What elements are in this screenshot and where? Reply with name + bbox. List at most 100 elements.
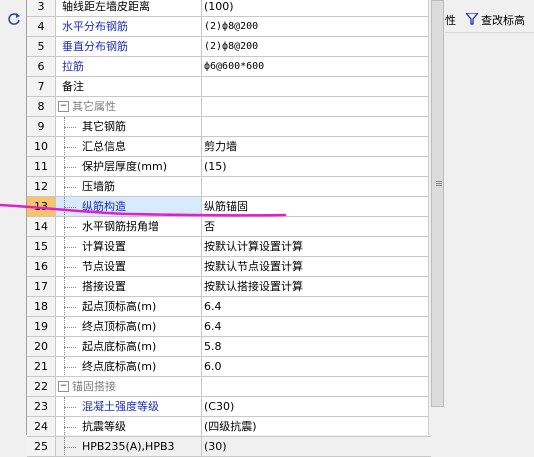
- property-value[interactable]: [202, 177, 431, 197]
- property-value[interactable]: 纵筋锚固: [202, 197, 431, 217]
- property-value[interactable]: 否: [202, 217, 431, 237]
- table-row[interactable]: 13 纵筋构造 纵筋锚固: [27, 197, 431, 217]
- property-value[interactable]: 剪力墙: [202, 137, 431, 157]
- table-row[interactable]: 20 起点底标高(m) 5.8: [27, 337, 431, 357]
- property-name-cell[interactable]: 终点顶标高(m): [56, 317, 202, 337]
- table-row[interactable]: 4 水平分布钢筋 (2)ф8@200: [27, 17, 431, 37]
- property-name-cell[interactable]: 汇总信息: [56, 137, 202, 157]
- query-elevation-button[interactable]: 查改标高: [481, 12, 525, 28]
- table-row[interactable]: 15 计算设置 按默认计算设置计算: [27, 237, 431, 257]
- table-row[interactable]: 21 终点底标高(m) 6.0: [27, 357, 431, 377]
- collapse-icon[interactable]: −: [58, 101, 69, 112]
- property-name-cell[interactable]: 垂直分布钢筋: [56, 37, 202, 57]
- table-row[interactable]: 16 节点设置 按默认节点设置计算: [27, 257, 431, 277]
- property-value[interactable]: ф6@600*600: [202, 57, 431, 77]
- property-value[interactable]: 6.4: [202, 297, 431, 317]
- vertical-scrollbar[interactable]: [428, 0, 445, 435]
- property-value[interactable]: 按默认计算设置计算: [202, 237, 431, 257]
- row-number[interactable]: 22: [27, 377, 56, 397]
- property-value[interactable]: (30): [202, 437, 431, 457]
- property-name-cell[interactable]: 备注: [56, 77, 202, 97]
- row-number[interactable]: 25: [27, 437, 56, 457]
- property-value[interactable]: (四级抗震): [202, 417, 431, 437]
- row-number[interactable]: 9: [27, 117, 56, 137]
- collapse-icon[interactable]: −: [58, 381, 69, 392]
- table-row[interactable]: 6 拉筋 ф6@600*600: [27, 57, 431, 77]
- refresh-icon[interactable]: [7, 12, 21, 26]
- table-row[interactable]: 9 其它钢筋: [27, 117, 431, 137]
- row-number[interactable]: 4: [27, 17, 56, 37]
- row-number[interactable]: 14: [27, 217, 56, 237]
- property-grid: 3 轴线距左墙皮距离 (100) 4 水平分布钢筋 (2)ф8@200 5 垂直分布钢筋 (2)…: [26, 0, 431, 457]
- row-number[interactable]: 17: [27, 277, 56, 297]
- property-name-cell[interactable]: 终点底标高(m): [56, 357, 202, 377]
- property-name-cell[interactable]: − 其它属性: [56, 97, 202, 117]
- property-name-cell[interactable]: 其它钢筋: [56, 117, 202, 137]
- property-value[interactable]: [202, 97, 431, 117]
- table-row[interactable]: 18 起点顶标高(m) 6.4: [27, 297, 431, 317]
- property-name-cell[interactable]: 计算设置: [56, 237, 202, 257]
- row-number[interactable]: 24: [27, 417, 56, 437]
- property-name-cell[interactable]: HPB235(A),HPB3: [56, 437, 202, 457]
- table-row[interactable]: 11 保护层厚度(mm) (15): [27, 157, 431, 177]
- property-name-cell[interactable]: 轴线距左墙皮距离: [56, 0, 202, 17]
- table-row[interactable]: 17 搭接设置 按默认搭接设置计算: [27, 277, 431, 297]
- property-name-cell[interactable]: 水平分布钢筋: [56, 17, 202, 37]
- row-number[interactable]: 11: [27, 157, 56, 177]
- property-value[interactable]: (15): [202, 157, 431, 177]
- row-number[interactable]: 8: [27, 97, 56, 117]
- property-value[interactable]: 6.0: [202, 357, 431, 377]
- property-name-cell[interactable]: 混凝土强度等级: [56, 397, 202, 417]
- property-value[interactable]: (2)ф8@200: [202, 37, 431, 57]
- property-value[interactable]: [202, 377, 431, 397]
- property-value[interactable]: (2)ф8@200: [202, 17, 431, 37]
- property-name-cell[interactable]: 保护层厚度(mm): [56, 157, 202, 177]
- table-row[interactable]: 3 轴线距左墙皮距离 (100): [27, 0, 431, 17]
- table-row[interactable]: 23 混凝土强度等级 (C30): [27, 397, 431, 417]
- table-row[interactable]: 22− 锚固搭接: [27, 377, 431, 397]
- table-row[interactable]: 10 汇总信息 剪力墙: [27, 137, 431, 157]
- property-value[interactable]: [202, 77, 431, 97]
- table-row[interactable]: 5 垂直分布钢筋 (2)ф8@200: [27, 37, 431, 57]
- table-row[interactable]: 19 终点顶标高(m) 6.4: [27, 317, 431, 337]
- row-number[interactable]: 16: [27, 257, 56, 277]
- row-number[interactable]: 18: [27, 297, 56, 317]
- property-name-cell[interactable]: 水平钢筋拐角增: [56, 217, 202, 237]
- scrollbar-thumb[interactable]: [431, 0, 444, 407]
- table-row[interactable]: 14 水平钢筋拐角增 否: [27, 217, 431, 237]
- row-number[interactable]: 20: [27, 337, 56, 357]
- table-row[interactable]: 7 备注: [27, 77, 431, 97]
- property-name-cell[interactable]: 抗震等级: [56, 417, 202, 437]
- row-number[interactable]: 5: [27, 37, 56, 57]
- property-name-cell[interactable]: − 锚固搭接: [56, 377, 202, 397]
- row-number[interactable]: 3: [27, 0, 56, 17]
- property-value[interactable]: 按默认节点设置计算: [202, 257, 431, 277]
- property-name-cell[interactable]: 起点底标高(m): [56, 337, 202, 357]
- row-number[interactable]: 13: [27, 197, 56, 217]
- property-name-cell[interactable]: 起点顶标高(m): [56, 297, 202, 317]
- table-row[interactable]: 25 HPB235(A),HPB3 (30): [27, 437, 431, 457]
- row-number[interactable]: 12: [27, 177, 56, 197]
- property-name: 起点底标高(m): [82, 340, 157, 353]
- property-name-cell[interactable]: 纵筋构造: [56, 197, 202, 217]
- property-value[interactable]: (100): [202, 0, 431, 17]
- table-row[interactable]: 8− 其它属性: [27, 97, 431, 117]
- row-number[interactable]: 19: [27, 317, 56, 337]
- row-number[interactable]: 23: [27, 397, 56, 417]
- property-value[interactable]: 6.4: [202, 317, 431, 337]
- property-name-cell[interactable]: 拉筋: [56, 57, 202, 77]
- table-row[interactable]: 12 压墙筋: [27, 177, 431, 197]
- property-value[interactable]: (C30): [202, 397, 431, 417]
- table-row[interactable]: 24 抗震等级 (四级抗震): [27, 417, 431, 437]
- property-value[interactable]: [202, 117, 431, 137]
- row-number[interactable]: 10: [27, 137, 56, 157]
- property-name-cell[interactable]: 节点设置: [56, 257, 202, 277]
- row-number[interactable]: 6: [27, 57, 56, 77]
- property-name-cell[interactable]: 搭接设置: [56, 277, 202, 297]
- property-value[interactable]: 5.8: [202, 337, 431, 357]
- row-number[interactable]: 7: [27, 77, 56, 97]
- row-number[interactable]: 21: [27, 357, 56, 377]
- row-number[interactable]: 15: [27, 237, 56, 257]
- property-value[interactable]: 按默认搭接设置计算: [202, 277, 431, 297]
- property-name-cell[interactable]: 压墙筋: [56, 177, 202, 197]
